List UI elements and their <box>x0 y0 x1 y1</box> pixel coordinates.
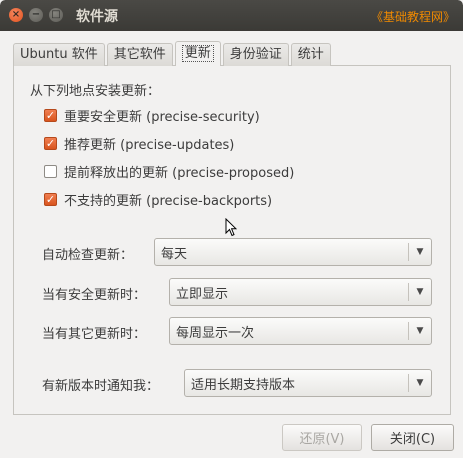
maximize-window-button[interactable]: □ <box>49 8 63 22</box>
mouse-cursor-icon <box>225 218 237 237</box>
revert-button[interactable]: 还原(V) <box>282 424 362 451</box>
dropdown-arrow-icon: ▼ <box>416 287 424 297</box>
checkbox-label: 不支持的更新 (precise-backports) <box>64 193 273 209</box>
checkbox-checked-icon[interactable]: ✓ <box>44 192 57 206</box>
close-window-button[interactable]: × <box>9 8 23 22</box>
checkbox-checked-icon[interactable]: ✓ <box>44 136 57 150</box>
minimize-window-button[interactable]: − <box>29 8 43 22</box>
tab-authentication[interactable]: 身份验证 <box>222 43 289 66</box>
checkbox-recommended-updates[interactable]: ✓ 推荐更新 (precise-updates) <box>44 134 235 153</box>
notify-version-label: 有新版本时通知我： <box>42 379 160 394</box>
security-updates-label: 当有安全更新时： <box>42 288 147 303</box>
maximize-icon: □ <box>51 9 61 20</box>
auto-check-label: 自动检查更新： <box>42 248 134 263</box>
notify-version-select[interactable]: 适用长期支持版本 ▼ <box>184 369 432 397</box>
other-updates-select[interactable]: 每周显示一次 ▼ <box>169 317 432 345</box>
notify-version-value: 适用长期支持版本 <box>191 377 296 393</box>
tab-ubuntu-software[interactable]: Ubuntu 软件 <box>13 43 105 66</box>
checkbox-checked-icon[interactable]: ✓ <box>44 108 57 122</box>
checkbox-label: 推荐更新 (precise-updates) <box>64 137 235 153</box>
checkbox-backports-updates[interactable]: ✓ 不支持的更新 (precise-backports) <box>44 190 273 209</box>
tab-updates[interactable]: 更新 <box>174 41 221 66</box>
dropdown-arrow-icon: ▼ <box>416 247 424 257</box>
checkbox-label: 提前释放出的更新 (precise-proposed) <box>64 165 295 181</box>
tab-bar: Ubuntu 软件 其它软件 更新 身份验证 统计 <box>13 41 333 66</box>
close-button[interactable]: 关闭(C) <box>371 424 454 451</box>
auto-check-value: 每天 <box>161 246 188 262</box>
close-icon: × <box>11 9 21 20</box>
install-updates-heading: 从下列地点安装更新： <box>30 84 161 99</box>
dropdown-arrow-icon: ▼ <box>416 326 424 336</box>
other-updates-value: 每周显示一次 <box>176 325 255 341</box>
checkbox-security-updates[interactable]: ✓ 重要安全更新 (precise-security) <box>44 106 260 125</box>
tab-statistics[interactable]: 统计 <box>290 43 331 66</box>
checkbox-label: 重要安全更新 (precise-security) <box>64 109 260 125</box>
security-updates-select[interactable]: 立即显示 ▼ <box>169 278 432 306</box>
checkbox-unchecked-icon[interactable] <box>44 164 57 178</box>
auto-check-select[interactable]: 每天 ▼ <box>154 238 432 266</box>
tab-other-software[interactable]: 其它软件 <box>106 43 173 66</box>
window-title: 软件源 <box>76 9 118 25</box>
security-updates-value: 立即显示 <box>176 286 229 302</box>
software-sources-window: × − □ 软件源 《基础教程网》 Ubuntu 软件 其它软件 更新 身份验证… <box>0 0 463 458</box>
dropdown-arrow-icon: ▼ <box>416 378 424 388</box>
minimize-icon: − <box>31 9 41 20</box>
watermark-text: 《基础教程网》 <box>370 10 455 24</box>
other-updates-label: 当有其它更新时： <box>42 327 147 342</box>
title-bar[interactable]: × − □ 软件源 《基础教程网》 <box>0 0 463 31</box>
checkbox-proposed-updates[interactable]: 提前释放出的更新 (precise-proposed) <box>44 162 295 181</box>
